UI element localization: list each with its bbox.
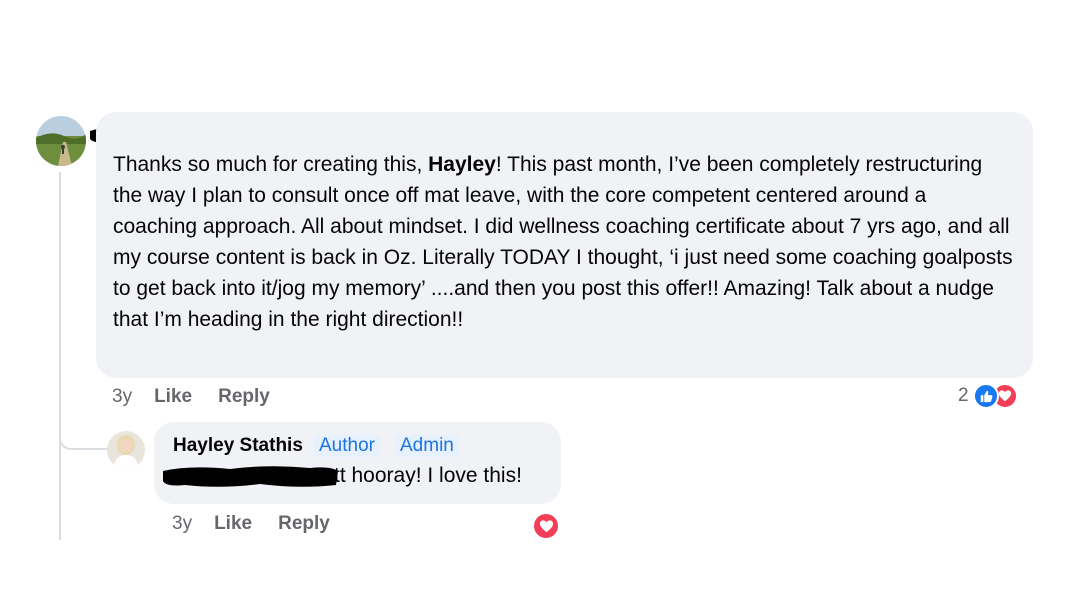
reply-author-avatar[interactable] — [107, 431, 145, 469]
commenter-avatar[interactable] — [36, 116, 86, 166]
reply-connector — [59, 422, 109, 450]
heart-icon[interactable] — [532, 512, 560, 540]
comment-timestamp[interactable]: 3y — [112, 386, 132, 408]
comment-reply-button[interactable]: Reply — [218, 386, 270, 408]
comment-like-button[interactable]: Like — [154, 386, 192, 408]
reply-timestamp[interactable]: 3y — [172, 513, 192, 535]
admin-badge: Admin — [395, 435, 459, 457]
reply-actions: 3y Like Reply — [172, 513, 356, 535]
author-badge: Author — [314, 435, 380, 457]
reply-text: tt hooray! I love this! — [334, 464, 522, 487]
reply-reply-button[interactable]: Reply — [278, 513, 330, 535]
comment-text: Thanks so much for creating this, Hayley… — [113, 153, 1013, 331]
thread-line — [59, 172, 61, 540]
comment-actions: 3y Like Reply — [112, 386, 296, 408]
comment-reactions[interactable]: 2 — [958, 383, 1018, 409]
thumbs-up-icon — [972, 383, 999, 409]
reaction-count: 2 — [958, 385, 969, 406]
redacted-mention — [160, 462, 340, 490]
reply-like-button[interactable]: Like — [214, 513, 252, 535]
reply-author-name[interactable]: Hayley Stathis — [173, 435, 303, 457]
mention-hayley[interactable]: Hayley — [428, 153, 496, 176]
